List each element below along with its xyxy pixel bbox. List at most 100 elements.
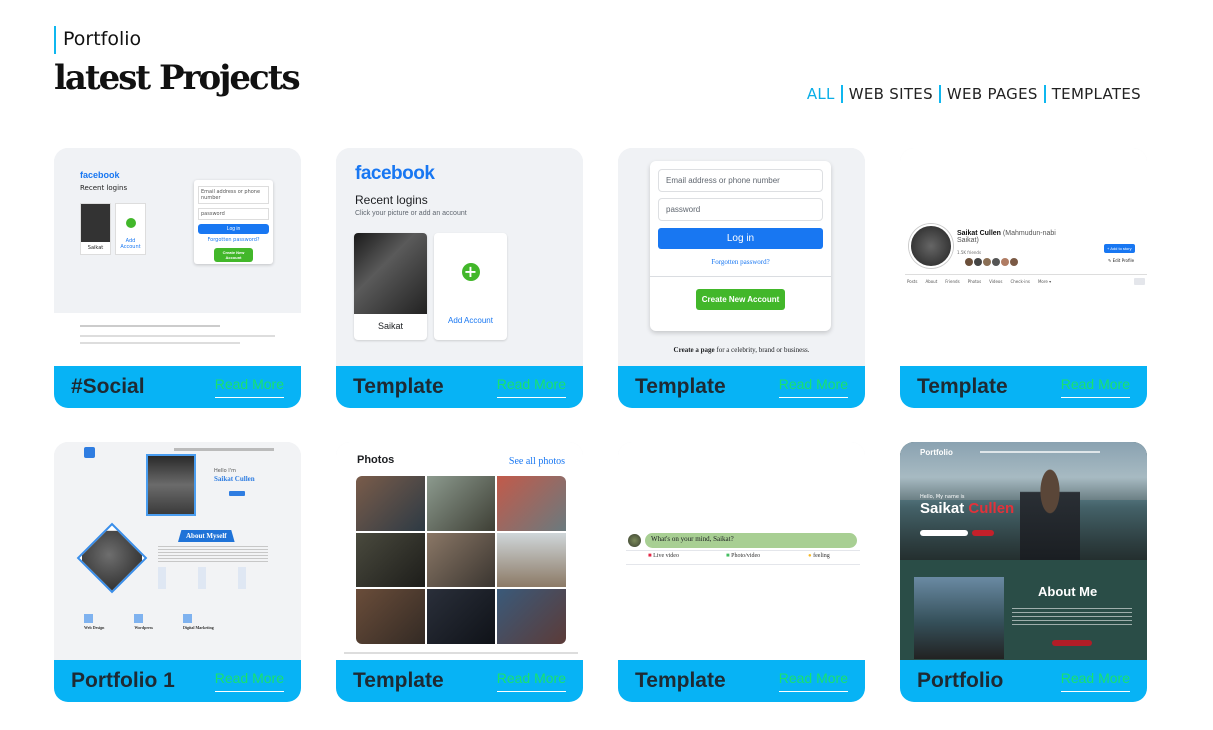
profile-tabs: Posts About Friends Photos Videos Check-…: [907, 279, 1051, 284]
avatar: [909, 224, 953, 268]
about-photo: [82, 530, 142, 591]
read-more-link[interactable]: Read More: [496, 670, 566, 692]
friend-avatars: [965, 258, 1018, 266]
project-thumbnail: facebook Recent logins Click your pictur…: [336, 148, 583, 366]
project-card[interactable]: facebook Recent logins Saikat Add Accoun…: [54, 148, 301, 408]
add-account-label: Add Account: [120, 238, 141, 250]
card-footer: Portfolio 1 Read More: [54, 660, 301, 702]
facebook-logo: facebook: [355, 163, 435, 184]
recent-logins-subtitle: Click your picture or add an account: [355, 210, 467, 217]
photo-thumb: [426, 532, 496, 588]
about-stats: [158, 567, 268, 589]
about-photo-frame: [76, 522, 148, 594]
filter-all[interactable]: ALL: [807, 85, 841, 103]
project-card[interactable]: Portfolio Hello, My name is Saikat Culle…: [900, 442, 1147, 702]
page-title: latest Projects: [54, 58, 301, 98]
email-field: Email address or phone number: [658, 169, 823, 192]
project-card[interactable]: facebook Recent logins Click your pictur…: [336, 148, 583, 408]
site-logo: Portfolio: [920, 448, 953, 457]
service-label: Digital Marketing: [182, 625, 214, 630]
read-more-link[interactable]: Read More: [214, 670, 284, 692]
read-more-link[interactable]: Read More: [778, 376, 848, 398]
project-thumbnail: Hello I'm Saikat Cullen About Myself Web…: [54, 442, 301, 660]
create-account-button: Create New Account: [214, 248, 253, 262]
video-icon: ■: [648, 553, 652, 559]
read-more-link[interactable]: Read More: [496, 376, 566, 398]
nav-links: [980, 451, 1100, 453]
read-more-link[interactable]: Read More: [1060, 376, 1130, 398]
hero-button: [229, 491, 245, 496]
read-more-link[interactable]: Read More: [214, 376, 284, 398]
photo-icon: ■: [726, 553, 730, 559]
project-thumbnail: Email address or phone number password L…: [618, 148, 865, 366]
photo-thumb: [497, 532, 566, 588]
password-field: password: [658, 198, 823, 221]
read-more-link[interactable]: Read More: [778, 670, 848, 692]
nav-links: [174, 448, 274, 451]
service-label: Web Design: [84, 625, 105, 630]
see-all-photos-link: See all photos: [508, 456, 565, 467]
avatar: [354, 233, 427, 314]
photo-thumb: [356, 589, 425, 644]
project-thumbnail: Portfolio Hello, My name is Saikat Culle…: [900, 442, 1147, 660]
create-page-note: Create a page for a celebrity, brand or …: [618, 346, 865, 354]
tab-about: About: [925, 279, 938, 284]
create-account-button: Create New Account: [696, 289, 785, 310]
filter-web-sites[interactable]: WEB SITES: [840, 85, 939, 103]
project-card[interactable]: Photos See all photos Template Read More: [336, 442, 583, 702]
password-field: password: [198, 208, 269, 220]
card-footer: #Social Read More: [54, 366, 301, 408]
about-photo: [914, 577, 1004, 659]
user-tile: Saikat: [80, 203, 111, 255]
service-item: Wordpress: [134, 614, 153, 630]
about-text: [158, 546, 268, 562]
feeling-icon: ●: [808, 553, 812, 559]
friends-count: 1.5K friends: [957, 250, 982, 255]
project-title: #Social: [71, 375, 145, 398]
recent-logins-text: Recent logins: [355, 193, 428, 207]
filter-web-pages[interactable]: WEB PAGES: [938, 85, 1044, 103]
card-footer: Template Read More: [336, 660, 583, 702]
photo-thumb: [356, 476, 425, 531]
project-thumbnail: What's on your mind, Saikat? ■ Live vide…: [618, 442, 865, 660]
photo-thumb: [426, 589, 496, 644]
create-page-bold: Create a page: [673, 346, 715, 354]
services-row: Web Design Wordpress Digital Marketing: [84, 614, 214, 630]
user-name: Saikat: [377, 321, 403, 331]
photo-thumb: [426, 476, 496, 531]
live-video-label: Live video: [653, 553, 679, 559]
project-card[interactable]: Saikat Cullen (Mahmudun-nabi Saikat) 1.5…: [900, 148, 1147, 408]
tab-friends: Friends: [945, 279, 960, 284]
avatar: [81, 204, 110, 242]
project-title: Template: [917, 375, 1008, 398]
project-card[interactable]: What's on your mind, Saikat? ■ Live vide…: [618, 442, 865, 702]
section-label: Portfolio: [54, 26, 141, 54]
card-footer: Template Read More: [618, 660, 865, 702]
status-input: What's on your mind, Saikat?: [645, 533, 857, 548]
project-card[interactable]: Email address or phone number password L…: [618, 148, 865, 408]
avatar: [628, 534, 641, 547]
about-text: [1012, 608, 1132, 628]
email-field: Email address or phone number: [198, 186, 269, 204]
plus-icon: +: [461, 263, 480, 281]
photo-thumb: [356, 532, 425, 588]
tab-checkins: Check-ins: [1010, 279, 1030, 284]
tab-videos: Videos: [989, 279, 1003, 284]
hero-name: Saikat Cullen: [920, 500, 1014, 517]
project-card[interactable]: Hello I'm Saikat Cullen About Myself Web…: [54, 442, 301, 702]
service-item: Web Design: [84, 614, 104, 630]
project-title: Portfolio 1: [71, 669, 175, 692]
filter-templates[interactable]: TEMPLATES: [1043, 85, 1147, 103]
project-thumbnail: Saikat Cullen (Mahmudun-nabi Saikat) 1.5…: [900, 148, 1147, 366]
photo-thumb: [497, 476, 566, 531]
hero-photo: [148, 456, 194, 514]
project-thumbnail: facebook Recent logins Saikat Add Accoun…: [54, 148, 301, 366]
read-more-link[interactable]: Read More: [1060, 670, 1130, 692]
more-options-icon: [1134, 278, 1145, 285]
photos-heading: Photos: [357, 454, 395, 466]
about-heading: About Me: [1038, 584, 1098, 599]
about-button: [1052, 640, 1092, 646]
photo-video-label: Photo/video: [731, 553, 761, 559]
profile-name-block: Saikat Cullen (Mahmudun-nabi Saikat): [957, 230, 1077, 244]
hero-button: [972, 530, 994, 536]
